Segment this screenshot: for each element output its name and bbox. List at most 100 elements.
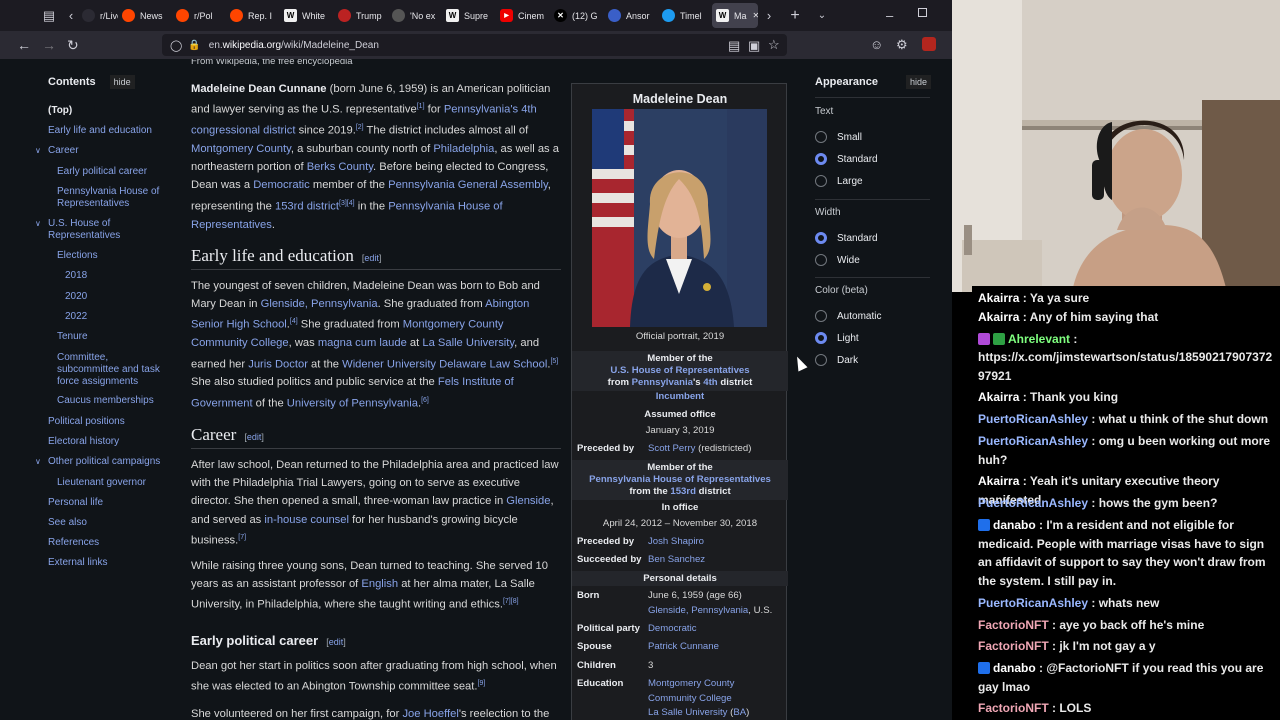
- radio-option[interactable]: Large: [815, 175, 863, 187]
- chat-username[interactable]: danabo: [993, 518, 1036, 532]
- radio-button[interactable]: [815, 354, 827, 366]
- toc-item[interactable]: Other political campaigns: [48, 456, 168, 468]
- chat-username[interactable]: PuertoRicanAshley: [978, 496, 1088, 510]
- chat-username[interactable]: PuertoRicanAshley: [978, 434, 1088, 448]
- forward-icon[interactable]: →: [42, 37, 56, 53]
- toc-item[interactable]: Pennsylvania House of Representatives: [57, 186, 168, 210]
- link[interactable]: magna cum laude: [318, 337, 407, 349]
- scroll-tabs-left-icon[interactable]: ‹: [64, 8, 78, 23]
- link[interactable]: in-house counsel: [264, 514, 349, 526]
- minimize-icon[interactable]: –: [886, 8, 893, 23]
- toc-item[interactable]: Electoral history: [48, 436, 168, 448]
- predecessor-link[interactable]: Scott Perry: [648, 443, 695, 454]
- toc-item[interactable]: (Top): [48, 105, 168, 117]
- shield-icon[interactable]: ◯: [170, 39, 182, 52]
- browser-tab[interactable]: ✕ (12) G: [550, 0, 604, 31]
- chat-username[interactable]: FactorioNFT: [978, 618, 1049, 632]
- radio-option[interactable]: Automatic: [815, 310, 881, 322]
- chevron-down-icon[interactable]: ∨: [35, 146, 41, 155]
- maximize-icon[interactable]: [918, 8, 927, 17]
- office-2-link[interactable]: Pennsylvania House of Representatives: [589, 474, 771, 485]
- education-link[interactable]: Montgomery County Community College: [648, 678, 734, 704]
- link[interactable]: Montgomery County: [191, 143, 291, 155]
- tab-manager-icon[interactable]: ▤: [34, 8, 64, 24]
- radio-button[interactable]: [815, 310, 827, 322]
- radio-option[interactable]: Dark: [815, 354, 858, 366]
- lock-icon[interactable]: 🔒: [188, 40, 200, 51]
- incumbent-label[interactable]: Incumbent: [572, 391, 788, 402]
- browser-tab[interactable]: Timel: [658, 0, 712, 31]
- new-tab-icon[interactable]: +: [780, 7, 810, 25]
- chat-username[interactable]: Akairra: [978, 474, 1019, 488]
- ref-link[interactable]: [6]: [421, 397, 429, 404]
- ref-link[interactable]: [2]: [356, 124, 364, 131]
- chat-username[interactable]: Akairra: [978, 291, 1019, 305]
- toc-item[interactable]: Career: [48, 145, 168, 157]
- link[interactable]: Juris Doctor: [248, 358, 308, 370]
- radio-option[interactable]: Standard: [815, 153, 878, 165]
- successor-link[interactable]: Ben Sanchez: [648, 554, 705, 565]
- link[interactable]: English: [361, 578, 398, 590]
- link[interactable]: Berks County: [307, 161, 373, 173]
- chevron-down-icon[interactable]: ∨: [35, 219, 41, 228]
- edit-link[interactable]: edit: [247, 432, 262, 442]
- browser-tab[interactable]: Ansor: [604, 0, 658, 31]
- chevron-down-icon[interactable]: ∨: [35, 457, 41, 466]
- browser-tab[interactable]: W White: [280, 0, 334, 31]
- degree-link[interactable]: BA: [733, 707, 746, 718]
- radio-button[interactable]: [815, 131, 827, 143]
- browser-tab[interactable]: Rep. I: [226, 0, 280, 31]
- radio-button[interactable]: [815, 175, 827, 187]
- link[interactable]: University of Pennsylvania: [287, 397, 418, 409]
- toc-item[interactable]: U.S. House of Representatives: [48, 218, 168, 242]
- toc-item[interactable]: External links: [48, 557, 168, 569]
- appearance-hide-button[interactable]: hide: [905, 75, 931, 89]
- chat-username[interactable]: PuertoRicanAshley: [978, 412, 1088, 426]
- toc-item[interactable]: Committee, subcommittee and task force a…: [57, 352, 168, 388]
- edit-section[interactable]: [edit]: [362, 253, 382, 263]
- edit-link[interactable]: edit: [364, 253, 379, 263]
- toc-item[interactable]: References: [48, 537, 168, 549]
- screenshot-icon[interactable]: ▣: [748, 38, 760, 54]
- back-icon[interactable]: ←: [17, 37, 31, 53]
- browser-tab[interactable]: ▶ Cinem: [496, 0, 550, 31]
- toc-item[interactable]: Caucus memberships: [57, 395, 168, 407]
- link[interactable]: La Salle University: [422, 337, 514, 349]
- chat-username[interactable]: PuertoRicanAshley: [978, 596, 1088, 610]
- account-icon[interactable]: ☺: [870, 37, 883, 52]
- ref-link[interactable]: [4]: [290, 318, 298, 325]
- office-1-link[interactable]: U.S. House of Representatives: [610, 365, 749, 376]
- radio-option[interactable]: Wide: [815, 254, 860, 266]
- chat-username[interactable]: Akairra: [978, 390, 1019, 404]
- address-bar[interactable]: ◯ 🔒 en. wikipedia.org/wiki/Madeleine_Dean…: [162, 34, 787, 56]
- toc-item[interactable]: See also: [48, 517, 168, 529]
- link[interactable]: Democratic: [253, 179, 310, 191]
- browser-tab[interactable]: 'No ex: [388, 0, 442, 31]
- link[interactable]: Glenside, Pennsylvania: [261, 298, 378, 310]
- link[interactable]: Pennsylvania General Assembly: [388, 179, 548, 191]
- radio-option[interactable]: Light: [815, 332, 859, 344]
- toc-item[interactable]: Tenure: [57, 331, 168, 343]
- edit-section[interactable]: [edit]: [244, 432, 264, 442]
- district-link[interactable]: 153rd: [670, 486, 696, 497]
- chat-username[interactable]: Ahrelevant: [1008, 332, 1070, 346]
- toc-item[interactable]: 2022: [65, 311, 168, 323]
- browser-tab[interactable]: r/Pol: [172, 0, 226, 31]
- toc-item[interactable]: Elections: [57, 250, 168, 262]
- chat-username[interactable]: Akairra: [978, 310, 1019, 324]
- toc-item[interactable]: 2020: [65, 291, 168, 303]
- scroll-tabs-right-icon[interactable]: ›: [758, 8, 780, 23]
- toc-item[interactable]: 2018: [65, 270, 168, 282]
- toc-item[interactable]: Early political career: [57, 166, 168, 178]
- ref-link[interactable]: [9]: [478, 680, 486, 687]
- browser-tab[interactable]: r/Live:: [78, 0, 118, 31]
- toc-hide-button[interactable]: hide: [109, 75, 135, 89]
- toc-item[interactable]: Political positions: [48, 416, 168, 428]
- link[interactable]: Philadelphia: [433, 143, 494, 155]
- state-link[interactable]: Pennsylvania: [632, 377, 693, 388]
- browser-tab[interactable]: W Ma ✕: [712, 3, 758, 28]
- ref-link[interactable]: [7][8]: [503, 598, 519, 605]
- ref-link[interactable]: [1]: [417, 103, 425, 110]
- browser-tab[interactable]: News: [118, 0, 172, 31]
- ref-link[interactable]: [3][4]: [339, 200, 355, 207]
